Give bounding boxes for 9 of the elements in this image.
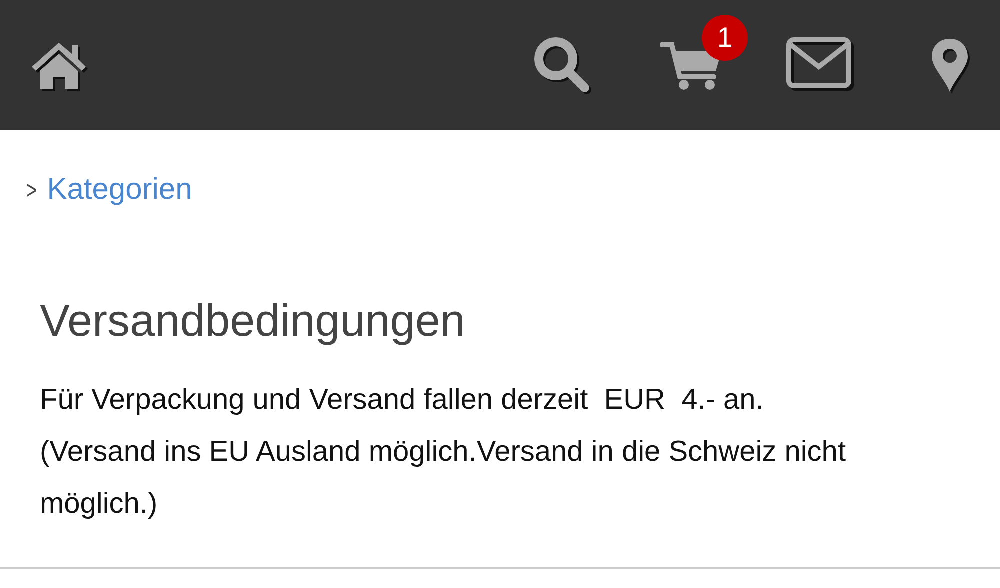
cart-count-badge: 1 bbox=[702, 15, 748, 61]
chevron-icon: > bbox=[26, 174, 37, 206]
location-pin-icon[interactable] bbox=[932, 39, 970, 94]
page-title: Versandbedingungen bbox=[40, 294, 466, 348]
search-icon[interactable] bbox=[534, 38, 592, 94]
mail-icon[interactable] bbox=[786, 38, 854, 92]
categories-link[interactable]: Kategorien bbox=[47, 173, 192, 207]
shipping-text: Für Verpackung und Versand fallen derzeit EUR 4.- an. (Versand ins EU Ausland möglich.Versand in die Schweiz nicht möglich.) bbox=[40, 383, 847, 522]
home-icon[interactable] bbox=[32, 43, 88, 91]
